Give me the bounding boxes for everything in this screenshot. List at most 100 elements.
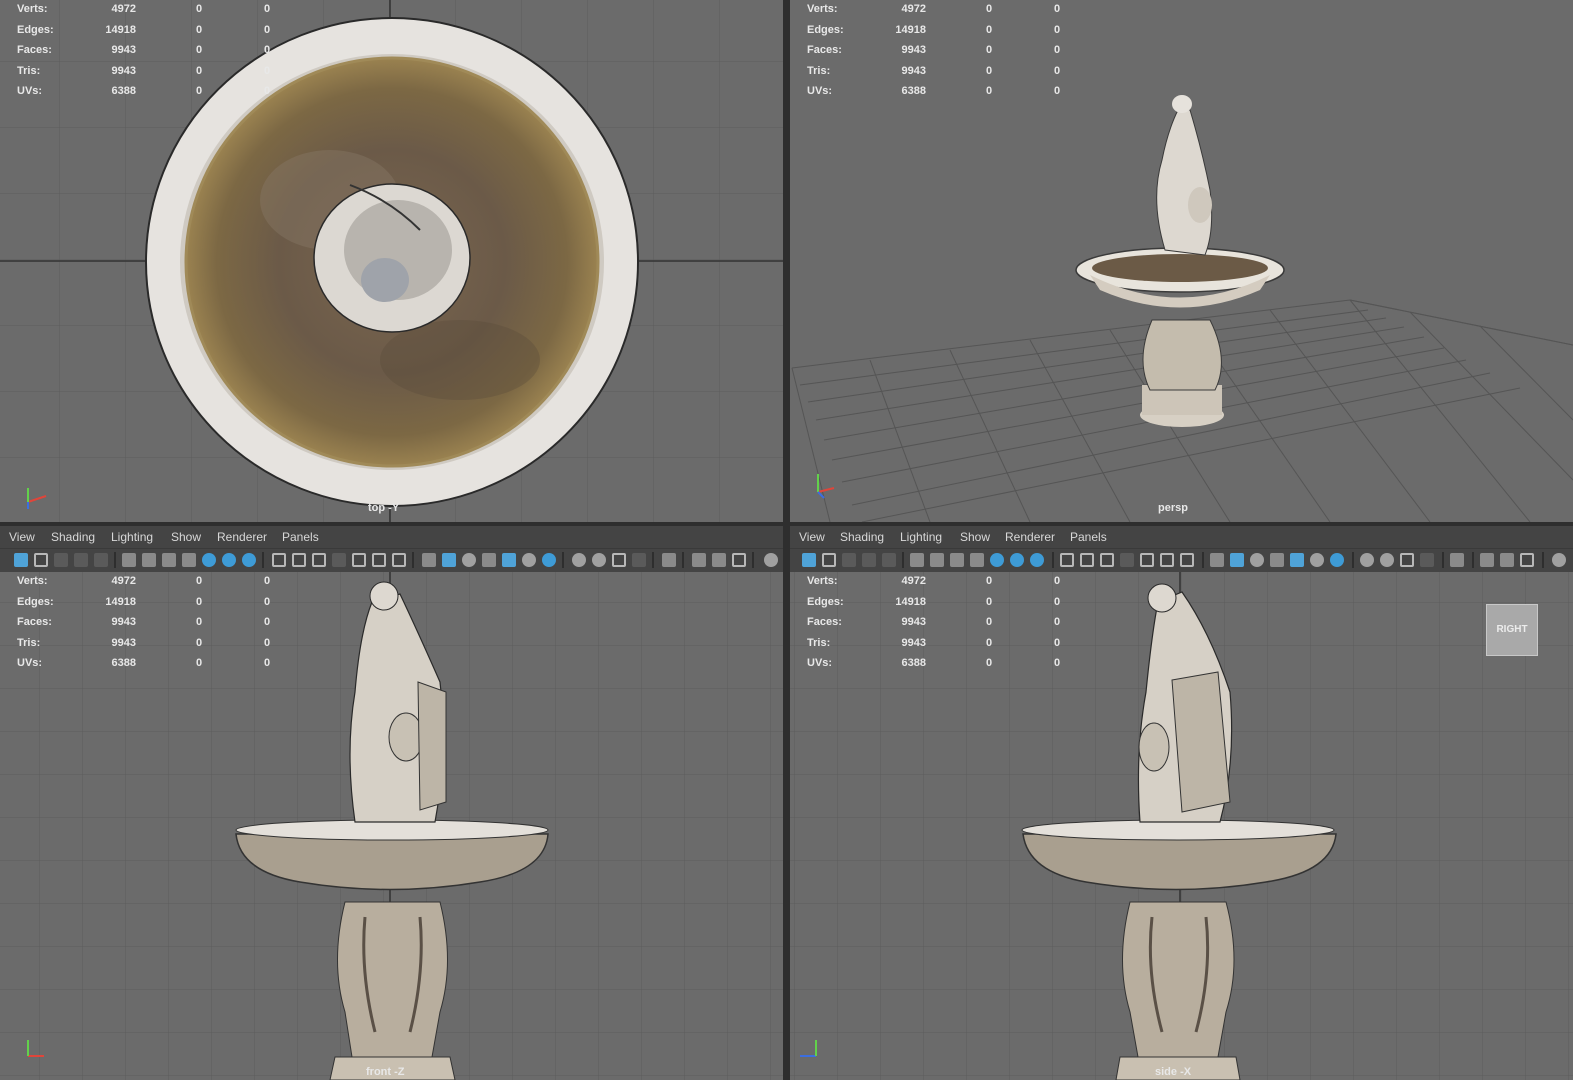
- resolution-gate-icon[interactable]: [312, 553, 326, 567]
- field-chart-icon[interactable]: [1140, 553, 1154, 567]
- menu-show[interactable]: Show: [171, 530, 201, 544]
- isolate-icon[interactable]: [662, 553, 676, 567]
- bookmark-camera-icon[interactable]: [970, 553, 984, 567]
- anti-aliasing-icon[interactable]: [612, 553, 626, 567]
- wireframe-on-shaded-icon[interactable]: [1270, 553, 1284, 567]
- camera-attr-icon[interactable]: [142, 553, 156, 567]
- default-material-icon[interactable]: [462, 553, 476, 567]
- film-gate-icon[interactable]: [1080, 553, 1094, 567]
- camera-icon[interactable]: [910, 553, 924, 567]
- stat-value: 0: [1054, 64, 1061, 77]
- xray-icon[interactable]: [692, 553, 706, 567]
- frame-icon[interactable]: [822, 553, 836, 567]
- resolution-gate-icon[interactable]: [1100, 553, 1114, 567]
- stat-value: 0: [986, 657, 993, 670]
- menu-renderer[interactable]: Renderer: [217, 530, 267, 544]
- safe-action-icon[interactable]: [1160, 553, 1174, 567]
- bookmark-camera-icon[interactable]: [182, 553, 196, 567]
- wireframe-icon[interactable]: [1210, 553, 1224, 567]
- panel-options-icon[interactable]: [1552, 553, 1566, 567]
- panel-divider-horizontal[interactable]: [0, 522, 1573, 526]
- menu-shading[interactable]: Shading: [840, 530, 884, 544]
- xray-joints-icon[interactable]: [712, 553, 726, 567]
- xray-joints-icon[interactable]: [1500, 553, 1514, 567]
- 2d-pan-icon[interactable]: [94, 553, 108, 567]
- shadows-icon[interactable]: [542, 553, 556, 567]
- grid-icon[interactable]: [272, 553, 286, 567]
- panel-divider-vertical[interactable]: [783, 0, 790, 1080]
- brush-icon[interactable]: [1030, 553, 1044, 567]
- grease-pencil-icon[interactable]: [990, 553, 1004, 567]
- texture-icon[interactable]: [502, 553, 516, 567]
- anti-aliasing-icon[interactable]: [1400, 553, 1414, 567]
- select-icon[interactable]: [802, 553, 816, 567]
- xray-icon[interactable]: [1480, 553, 1494, 567]
- pencil-icon[interactable]: [1010, 553, 1024, 567]
- safe-action-icon[interactable]: [372, 553, 386, 567]
- gate-mask-icon[interactable]: [332, 553, 346, 567]
- smooth-shade-icon[interactable]: [442, 553, 456, 567]
- menu-renderer[interactable]: Renderer: [1005, 530, 1055, 544]
- fountain-top-model[interactable]: [145, 17, 639, 507]
- stat-label: UVs:: [807, 85, 833, 98]
- brush-icon[interactable]: [242, 553, 256, 567]
- depth-of-field-icon[interactable]: [632, 553, 646, 567]
- stat-value: 9943: [901, 616, 926, 629]
- camera-icon[interactable]: [122, 553, 136, 567]
- grid-icon[interactable]: [1060, 553, 1074, 567]
- panel-options-icon[interactable]: [764, 553, 778, 567]
- stat-value: 0: [1054, 575, 1061, 587]
- xray-components-icon[interactable]: [732, 553, 746, 567]
- wireframe-icon[interactable]: [422, 553, 436, 567]
- ambient-occlusion-icon[interactable]: [572, 553, 586, 567]
- viewport-top[interactable]: Verts: 4972 0 0 Edges: 14918 0 0 Faces: 9943 0 0 …: [0, 0, 783, 522]
- menu-lighting[interactable]: Lighting: [111, 530, 153, 544]
- texture-icon[interactable]: [1290, 553, 1304, 567]
- stat-value: 4972: [111, 3, 136, 15]
- smooth-shade-icon[interactable]: [1230, 553, 1244, 567]
- menu-show[interactable]: Show: [960, 530, 990, 544]
- frame-icon[interactable]: [34, 553, 48, 567]
- stat-label: Faces:: [17, 616, 52, 629]
- viewcube[interactable]: RIGHT: [1486, 604, 1538, 656]
- bookmark-icon[interactable]: [842, 553, 856, 567]
- menu-view[interactable]: View: [799, 530, 825, 544]
- shadows-icon[interactable]: [1330, 553, 1344, 567]
- viewport-front[interactable]: Verts: 4972 0 0 Edges: 14918 0 0 Faces: 9943 0 0 …: [0, 572, 783, 1080]
- viewport-persp[interactable]: Verts: 4972 0 0 Edges: 14918 0 0 Faces: 9943 0 0 …: [790, 0, 1573, 522]
- menu-shading[interactable]: Shading: [51, 530, 95, 544]
- grease-pencil-icon[interactable]: [202, 553, 216, 567]
- stat-label: Edges:: [807, 23, 844, 36]
- light-icon[interactable]: [522, 553, 536, 567]
- field-chart-icon[interactable]: [352, 553, 366, 567]
- ambient-occlusion-icon[interactable]: [1360, 553, 1374, 567]
- light-icon[interactable]: [1310, 553, 1324, 567]
- camera-lock-icon[interactable]: [950, 553, 964, 567]
- menu-lighting[interactable]: Lighting: [900, 530, 942, 544]
- select-icon[interactable]: [14, 553, 28, 567]
- camera-attr-icon[interactable]: [930, 553, 944, 567]
- safe-title-icon[interactable]: [1180, 553, 1194, 567]
- 2d-pan-icon[interactable]: [882, 553, 896, 567]
- default-material-icon[interactable]: [1250, 553, 1264, 567]
- menu-view[interactable]: View: [9, 530, 35, 544]
- bookmark-icon[interactable]: [54, 553, 68, 567]
- viewport-side[interactable]: Verts: 4972 0 0 Edges: 14918 0 0 Faces: 9943 0 0 …: [790, 572, 1573, 1080]
- pencil-icon[interactable]: [222, 553, 236, 567]
- stat-value: 4972: [111, 575, 136, 587]
- depth-of-field-icon[interactable]: [1420, 553, 1434, 567]
- wireframe-on-shaded-icon[interactable]: [482, 553, 496, 567]
- image-plane-icon[interactable]: [74, 553, 88, 567]
- xray-components-icon[interactable]: [1520, 553, 1534, 567]
- menu-panels[interactable]: Panels: [282, 530, 319, 544]
- gate-mask-icon[interactable]: [1120, 553, 1134, 567]
- camera-lock-icon[interactable]: [162, 553, 176, 567]
- isolate-icon[interactable]: [1450, 553, 1464, 567]
- image-plane-icon[interactable]: [862, 553, 876, 567]
- stat-value: 0: [1054, 616, 1061, 629]
- film-gate-icon[interactable]: [292, 553, 306, 567]
- motion-blur-icon[interactable]: [592, 553, 606, 567]
- safe-title-icon[interactable]: [392, 553, 406, 567]
- menu-panels[interactable]: Panels: [1070, 530, 1107, 544]
- motion-blur-icon[interactable]: [1380, 553, 1394, 567]
